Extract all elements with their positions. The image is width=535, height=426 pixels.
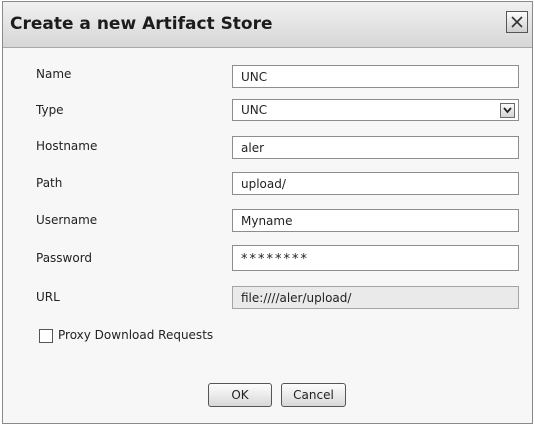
hostname-input[interactable]: aler [232,136,519,159]
name-label: Name [36,67,72,81]
username-label: Username [36,213,98,227]
dialog-title: Create a new Artifact Store [10,14,273,34]
password-input[interactable]: ******** [232,245,519,271]
url-label: URL [36,290,60,304]
ok-button[interactable]: OK [208,383,272,407]
type-label: Type [36,103,64,117]
type-select-value: UNC [241,103,268,117]
create-artifact-store-dialog: Create a new Artifact Store Name UNC Typ… [2,1,533,424]
proxy-download-label[interactable]: Proxy Download Requests [58,328,213,342]
url-field: file:////aler/upload/ [232,286,519,309]
path-label: Path [36,176,63,190]
password-label: Password [36,251,93,265]
type-select[interactable]: UNC [232,99,519,121]
hostname-label: Hostname [36,139,98,153]
close-button[interactable] [506,11,528,33]
type-dropdown-button[interactable] [500,103,515,118]
chevron-down-icon [503,107,512,114]
path-input[interactable]: upload/ [232,172,519,195]
cancel-button[interactable]: Cancel [281,383,346,407]
proxy-download-checkbox[interactable] [39,329,53,343]
close-icon [511,16,523,28]
username-input[interactable]: Myname [232,209,519,232]
dialog-titlebar: Create a new Artifact Store [3,2,532,48]
name-input[interactable]: UNC [232,65,519,88]
